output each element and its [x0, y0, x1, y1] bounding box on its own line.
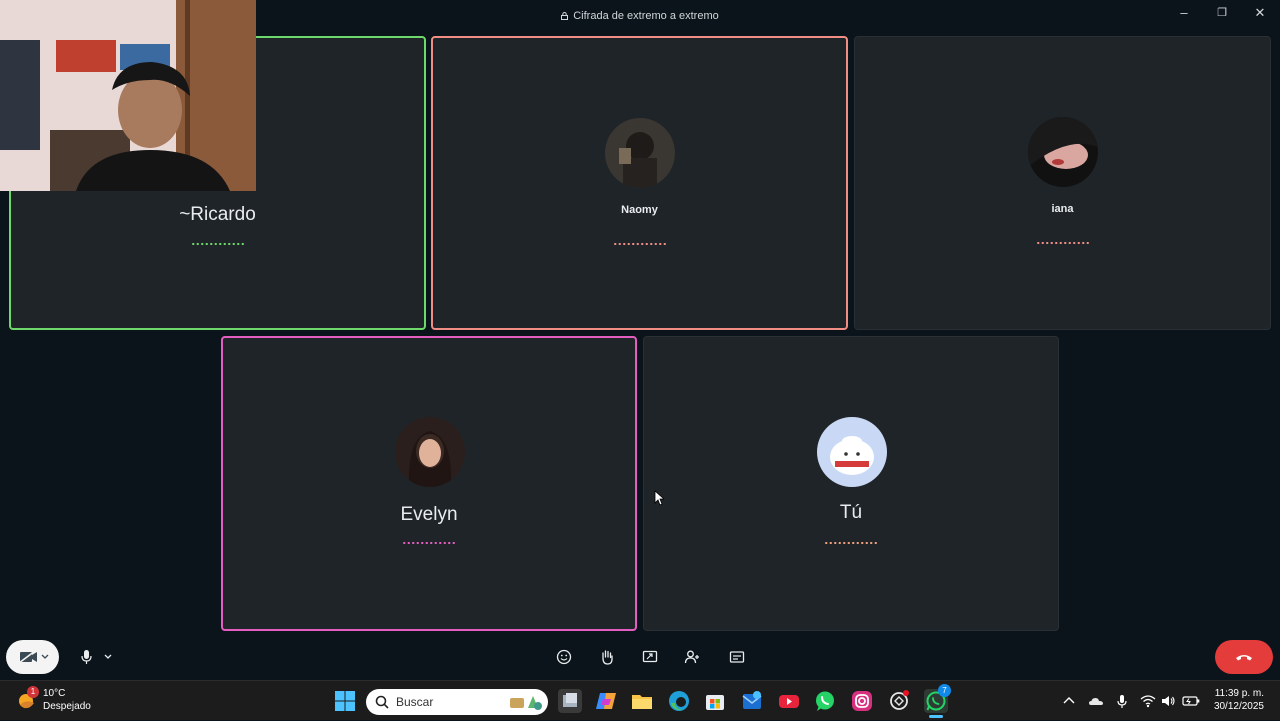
task-view-app[interactable]	[558, 689, 582, 713]
reactions-button[interactable]	[551, 644, 577, 670]
raise-hand-button[interactable]	[594, 644, 620, 670]
participant-name: Naomy	[621, 204, 658, 216]
edge-icon	[669, 691, 689, 711]
copilot-app[interactable]	[594, 689, 618, 713]
emoji-icon	[556, 649, 572, 665]
edge-app[interactable]	[667, 689, 691, 713]
call-controls	[0, 636, 1280, 680]
video-play-icon	[779, 695, 799, 708]
self-video-preview[interactable]	[0, 0, 256, 191]
folder-icon	[632, 695, 652, 709]
instagram-icon	[852, 691, 872, 711]
search-highlight-icon	[510, 696, 542, 710]
participant-name: Evelyn	[400, 504, 458, 525]
weather-temperature: 10°C	[43, 688, 66, 699]
taskbar-search[interactable]: Buscar	[366, 689, 548, 715]
youtube-app[interactable]	[777, 689, 801, 713]
participant-tile-evelyn[interactable]: Evelyn	[221, 336, 637, 631]
chevron-up-icon[interactable]	[1061, 693, 1077, 709]
taskbar-clock[interactable]: 11:39 p. m. 30/12/2025	[1200, 681, 1280, 721]
mouse-cursor-icon	[654, 490, 664, 506]
whatsapp-unread-badge: 7	[938, 684, 951, 697]
mic-icon	[81, 650, 112, 664]
active-app-indicator	[929, 715, 943, 718]
captions-icon	[729, 651, 745, 663]
chatgpt-app[interactable]	[887, 689, 911, 713]
copilot-icon	[596, 693, 616, 709]
clock-time: 11:39 p. m.	[1214, 688, 1264, 699]
hand-icon	[602, 650, 613, 665]
camera-toggle-button[interactable]	[6, 640, 59, 674]
participant-name: iana	[1051, 203, 1074, 215]
avatar	[817, 417, 887, 487]
lock-icon	[561, 12, 569, 20]
close-button[interactable]: ✕	[1249, 6, 1271, 20]
whatsapp-app[interactable]	[813, 689, 837, 713]
openai-icon	[890, 690, 909, 710]
battery-icon[interactable]	[1182, 693, 1200, 709]
audio-level-indicator	[612, 243, 667, 245]
camera-off-icon	[18, 650, 48, 664]
weather-widget[interactable]: 1 10°C Despejado	[0, 681, 110, 721]
participant-tile-iana[interactable]: iana	[854, 36, 1271, 330]
participant-tile-naomy[interactable]: Naomy	[431, 36, 848, 330]
participants-button[interactable]	[680, 644, 706, 670]
windows-logo-icon	[335, 691, 355, 711]
audio-level-indicator	[824, 542, 878, 544]
microphone-toggle-button[interactable]	[70, 640, 118, 674]
audio-level-indicator	[402, 542, 456, 544]
instagram-app[interactable]	[850, 689, 874, 713]
avatar	[605, 118, 675, 188]
participant-tile-self[interactable]: Tú	[643, 336, 1059, 631]
end-call-button[interactable]	[1215, 640, 1273, 674]
maximize-button[interactable]: ❐	[1211, 6, 1233, 20]
weather-alert-badge: 1	[27, 686, 39, 698]
clock-date: 30/12/2025	[1213, 701, 1264, 712]
wifi-icon[interactable]	[1140, 693, 1156, 709]
screen-share-icon	[642, 650, 658, 663]
avatar	[395, 417, 465, 487]
minimize-button[interactable]: –	[1173, 6, 1195, 20]
captions-button[interactable]	[724, 644, 750, 670]
start-button[interactable]	[333, 689, 357, 713]
file-explorer-app[interactable]	[630, 689, 654, 713]
audio-level-indicator	[190, 243, 245, 245]
weather-description: Despejado	[43, 701, 91, 712]
search-placeholder: Buscar	[396, 695, 434, 709]
avatar	[1028, 117, 1098, 187]
store-icon	[706, 695, 724, 710]
whatsapp-call-window: Cifrada de extremo a extremo – ❐ ✕ ~Rica…	[0, 0, 1280, 680]
participant-name: Tú	[839, 502, 863, 523]
participant-name: ~Ricardo	[179, 204, 256, 225]
outlook-app[interactable]	[740, 689, 764, 713]
microphone-tray-icon[interactable]	[1114, 693, 1130, 709]
whatsapp-icon	[816, 691, 834, 711]
share-screen-button[interactable]	[637, 644, 663, 670]
volume-icon[interactable]	[1160, 693, 1176, 709]
task-view-icon	[563, 693, 577, 707]
encryption-text: Cifrada de extremo a extremo	[573, 10, 719, 22]
mail-icon	[742, 691, 762, 709]
whatsapp-active-app[interactable]: 7	[924, 684, 951, 718]
windows-taskbar: 1 10°C Despejado Buscar 7 11:39 p. m. 30…	[0, 680, 1280, 720]
audio-level-indicator	[1035, 242, 1090, 244]
store-app[interactable]	[703, 689, 727, 713]
search-icon	[375, 695, 389, 709]
people-icon	[684, 650, 699, 664]
end-call-icon	[1236, 655, 1252, 661]
onedrive-icon[interactable]	[1088, 693, 1104, 709]
